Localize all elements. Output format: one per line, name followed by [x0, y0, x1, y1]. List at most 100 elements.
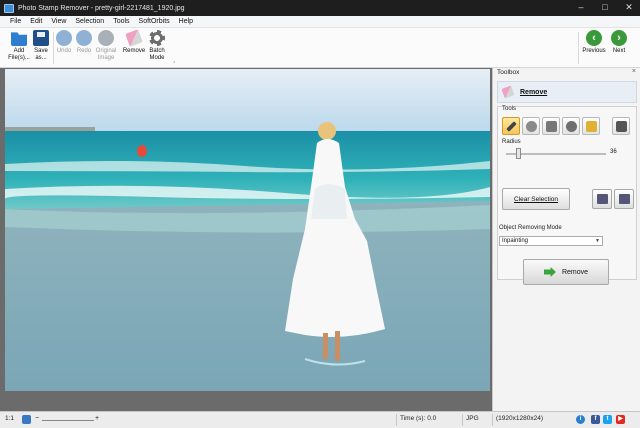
zoom-ratio[interactable]: 1:1 — [5, 415, 14, 422]
rectangle-icon — [546, 121, 557, 132]
mode-label: Object Removing Mode — [499, 225, 562, 231]
mode-select[interactable]: Inpainting ▼ — [499, 236, 603, 246]
image-canvas-area[interactable] — [0, 68, 492, 411]
lasso-icon — [566, 121, 577, 132]
toolbox-header: Toolbox × — [493, 68, 640, 78]
twitter-icon[interactable]: t — [603, 415, 612, 424]
history-icon — [98, 30, 114, 46]
lasso-tool-button[interactable] — [562, 117, 580, 135]
save-mask-icon — [619, 194, 630, 204]
dimensions-status: (1920x1280x24) — [496, 415, 543, 422]
save-icon — [33, 30, 49, 46]
menu-edit[interactable]: Edit — [30, 18, 42, 25]
stamp-tool-button[interactable] — [612, 117, 630, 135]
ribbon-expander-icon[interactable]: ⌟ — [173, 58, 175, 64]
redo-label: Redo — [76, 48, 92, 54]
remove-label: Remove — [122, 48, 146, 54]
rectangle-tool-button[interactable] — [542, 117, 560, 135]
brush-eraser-tool-button[interactable] — [522, 117, 540, 135]
save-as-label: Save as... — [34, 48, 48, 61]
save-mask-button[interactable] — [614, 189, 634, 209]
window-title: Photo Stamp Remover - pretty-girl-221748… — [18, 4, 185, 12]
close-icon[interactable]: × — [632, 68, 636, 75]
add-files-button[interactable]: Add File(s)... — [8, 30, 30, 62]
batch-mode-button[interactable]: Batch Mode — [146, 30, 168, 62]
menu-tools[interactable]: Tools — [113, 18, 129, 25]
title-bar: Photo Stamp Remover - pretty-girl-221748… — [0, 0, 640, 16]
load-mask-icon — [597, 194, 608, 204]
toolbar-separator — [53, 32, 54, 64]
facebook-icon[interactable]: f — [591, 415, 600, 424]
minimize-button[interactable]: – — [574, 2, 588, 13]
info-icon[interactable]: i — [576, 415, 585, 424]
remove-button[interactable]: Remove — [523, 259, 609, 285]
batch-mode-label: Batch Mode — [149, 48, 165, 61]
radius-label: Radius — [502, 139, 521, 145]
close-button[interactable]: ✕ — [622, 2, 636, 13]
magic-wand-icon — [586, 121, 597, 132]
next-button[interactable]: › Next — [608, 30, 630, 55]
toolbox-title: Toolbox — [497, 69, 520, 76]
clear-selection-button[interactable]: Clear Selection — [502, 188, 570, 210]
status-bar: 1:1 − + Time (s): 0.0 JPG (1920x1280x24)… — [0, 411, 640, 428]
add-files-label: Add File(s)... — [8, 48, 30, 61]
previous-label: Previous — [582, 48, 606, 54]
radius-slider-track[interactable] — [506, 153, 606, 155]
window-controls: – □ ✕ — [574, 2, 636, 13]
status-separator — [492, 414, 493, 426]
toolbar-separator — [578, 32, 579, 64]
undo-button[interactable]: Undo — [55, 30, 73, 55]
arrow-left-icon: ‹ — [586, 30, 602, 46]
undo-label: Undo — [56, 48, 72, 54]
radius-value: 36 — [610, 149, 617, 155]
arrow-right-icon: › — [611, 30, 627, 46]
menu-view[interactable]: View — [51, 18, 66, 25]
photo-canvas[interactable] — [5, 69, 490, 391]
load-mask-button[interactable] — [592, 189, 612, 209]
original-image-button[interactable]: Original Image — [94, 30, 118, 62]
tools-label: Tools — [502, 106, 517, 112]
zoom-slider[interactable] — [42, 420, 94, 421]
toolbox-panel: Toolbox × Remove Tools Radius 36 Clear S… — [492, 68, 640, 411]
tools-group: Tools Radius 36 Clear Selection — [497, 106, 637, 280]
tool-name: Remove — [520, 88, 548, 96]
menu-bar: File Edit View Selection Tools SoftOrbit… — [0, 16, 640, 28]
maximize-button[interactable]: □ — [598, 2, 612, 13]
tool-header: Remove — [497, 81, 637, 103]
menu-file[interactable]: File — [10, 18, 21, 25]
menu-help[interactable]: Help — [179, 18, 193, 25]
gear-icon — [149, 30, 165, 46]
pencil-tool-button[interactable] — [502, 117, 520, 135]
remove-toolbar-button[interactable]: Remove — [122, 29, 146, 55]
undo-icon — [56, 30, 72, 46]
save-as-button[interactable]: Save as... — [32, 30, 50, 62]
status-separator — [462, 414, 463, 426]
redo-icon — [76, 30, 92, 46]
format-status: JPG — [466, 415, 479, 422]
eraser-icon — [501, 85, 515, 99]
redo-button[interactable]: Redo — [75, 30, 93, 55]
status-separator — [396, 414, 397, 426]
time-status: Time (s): 0.0 — [400, 415, 437, 422]
zoom-in-icon[interactable]: + — [95, 415, 99, 422]
fit-screen-icon[interactable] — [22, 415, 31, 424]
mode-select-value: Inpainting — [502, 238, 529, 244]
magic-wand-tool-button[interactable] — [582, 117, 600, 135]
toolbar: Add File(s)... Save as... Undo Redo Orig… — [0, 28, 640, 68]
eraser-icon — [125, 29, 143, 47]
youtube-icon[interactable]: ▶ — [616, 415, 625, 424]
chevron-down-icon: ▼ — [595, 238, 600, 244]
menu-softorbits[interactable]: SoftOrbits — [139, 18, 170, 25]
next-label: Next — [612, 48, 626, 54]
stamp-icon — [616, 121, 627, 132]
radius-slider-thumb[interactable] — [516, 148, 521, 159]
previous-button[interactable]: ‹ Previous — [581, 30, 607, 55]
brush-icon — [526, 121, 537, 132]
beach-photo — [5, 69, 490, 391]
folder-open-icon — [11, 32, 27, 46]
zoom-out-icon[interactable]: − — [35, 415, 39, 422]
remove-button-label: Remove — [561, 268, 589, 276]
clear-selection-label: Clear Selection — [513, 195, 559, 203]
menu-selection[interactable]: Selection — [75, 18, 104, 25]
arrow-right-icon — [543, 267, 556, 277]
